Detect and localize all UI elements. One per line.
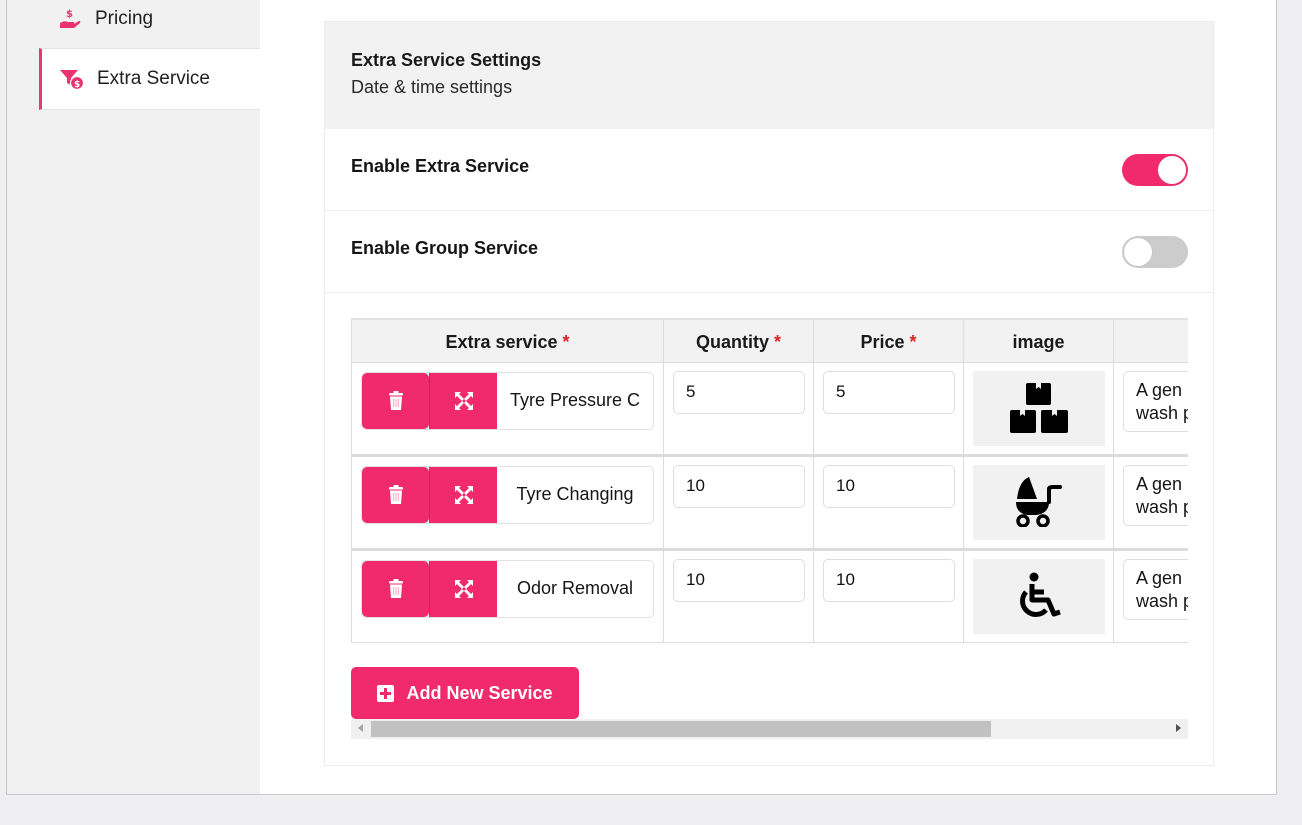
service-name-input[interactable]: Odor Removal	[497, 561, 653, 617]
panel-title: Extra Service Settings	[351, 50, 542, 70]
settings-window: $ Pricing $ Extra Service Extra Service …	[6, 0, 1277, 795]
table-header-row: Extra service * Quantity * Price * image	[351, 318, 1188, 363]
column-header-price: Price *	[813, 318, 964, 363]
drag-handle-button[interactable]	[429, 560, 497, 617]
scroll-left-arrow-icon[interactable]	[358, 724, 363, 732]
service-name-group: Odor Removal	[361, 559, 654, 618]
enable-group-service-toggle[interactable]	[1122, 235, 1188, 268]
trash-icon	[388, 579, 403, 598]
table-row: Tyre Pressure C A gen wash p	[351, 361, 1188, 456]
column-header-image: image	[963, 318, 1114, 363]
expand-arrows-icon	[454, 391, 473, 410]
table-row: Tyre Changing A gen wash p	[351, 453, 1188, 550]
required-marker: *	[774, 332, 782, 353]
add-new-service-button[interactable]: Add New Service	[351, 667, 579, 719]
delete-row-button[interactable]	[362, 560, 429, 617]
hand-dollar-icon: $	[57, 7, 83, 31]
description-input[interactable]: A gen wash p	[1123, 464, 1188, 526]
description-input[interactable]: A gen wash p	[1123, 370, 1188, 432]
scroll-right-arrow-icon[interactable]	[1176, 724, 1181, 732]
sidebar-item-label: Extra Service	[97, 68, 210, 89]
required-marker: *	[562, 332, 570, 353]
delete-row-button[interactable]	[362, 372, 429, 429]
baby-carriage-icon	[1016, 477, 1062, 527]
svg-text:$: $	[74, 80, 80, 90]
expand-arrows-icon	[454, 579, 473, 598]
boxes-stacked-icon	[1010, 383, 1068, 433]
services-table-container: Extra service * Quantity * Price * image	[351, 318, 1188, 668]
panel-header: Extra Service Settings Date & time setti…	[325, 22, 1213, 129]
trash-icon	[388, 485, 403, 504]
service-name-input[interactable]: Tyre Pressure C	[497, 373, 653, 429]
quantity-input[interactable]	[673, 558, 805, 602]
drag-handle-button[interactable]	[429, 372, 497, 429]
extra-service-panel: Extra Service Settings Date & time setti…	[324, 21, 1214, 766]
table-row: Odor Removal A gen wash p	[351, 547, 1188, 643]
price-input[interactable]	[823, 464, 955, 508]
quantity-input[interactable]	[673, 370, 805, 414]
horizontal-scrollbar[interactable]	[351, 719, 1188, 739]
panel-subtitle: Date & time settings	[351, 77, 513, 97]
trash-icon	[388, 391, 403, 410]
setting-label: Enable Group Service	[351, 238, 539, 258]
wheelchair-icon	[1020, 572, 1061, 617]
expand-arrows-icon	[454, 485, 473, 504]
setting-label: Enable Extra Service	[351, 156, 530, 176]
service-name-group: Tyre Changing	[361, 465, 654, 524]
column-header-extra-service: Extra service *	[351, 318, 664, 363]
price-input[interactable]	[823, 370, 955, 414]
plus-square-icon	[377, 684, 395, 702]
sidebar-item-extra-service[interactable]: $ Extra Service	[39, 48, 260, 110]
delete-row-button[interactable]	[362, 466, 429, 523]
setting-row-extra-service: Enable Extra Service	[325, 129, 1213, 211]
quantity-input[interactable]	[673, 464, 805, 508]
image-picker[interactable]	[973, 370, 1105, 446]
image-picker[interactable]	[973, 558, 1105, 634]
scrollbar-thumb[interactable]	[371, 721, 991, 737]
price-input[interactable]	[823, 558, 955, 602]
svg-text:$: $	[66, 9, 73, 20]
sidebar: $ Pricing $ Extra Service	[7, 0, 260, 794]
service-name-group: Tyre Pressure C	[361, 371, 654, 430]
sidebar-item-label: Pricing	[95, 8, 154, 29]
description-input[interactable]: A gen wash p	[1123, 558, 1188, 620]
required-marker: *	[909, 332, 917, 353]
column-header-description	[1113, 318, 1188, 363]
setting-row-group-service: Enable Group Service	[325, 211, 1213, 293]
add-new-service-label: Add New Service	[406, 682, 553, 703]
funnel-dollar-icon: $	[59, 67, 85, 91]
column-header-quantity: Quantity *	[663, 318, 814, 363]
sidebar-item-pricing[interactable]: $ Pricing	[39, 0, 260, 50]
drag-handle-button[interactable]	[429, 466, 497, 523]
image-picker[interactable]	[973, 464, 1105, 540]
services-table: Extra service * Quantity * Price * image	[351, 318, 1188, 643]
enable-extra-service-toggle[interactable]	[1122, 153, 1188, 186]
toggle-knob	[1123, 236, 1153, 267]
service-name-input[interactable]: Tyre Changing	[497, 467, 653, 523]
toggle-knob	[1157, 154, 1187, 185]
